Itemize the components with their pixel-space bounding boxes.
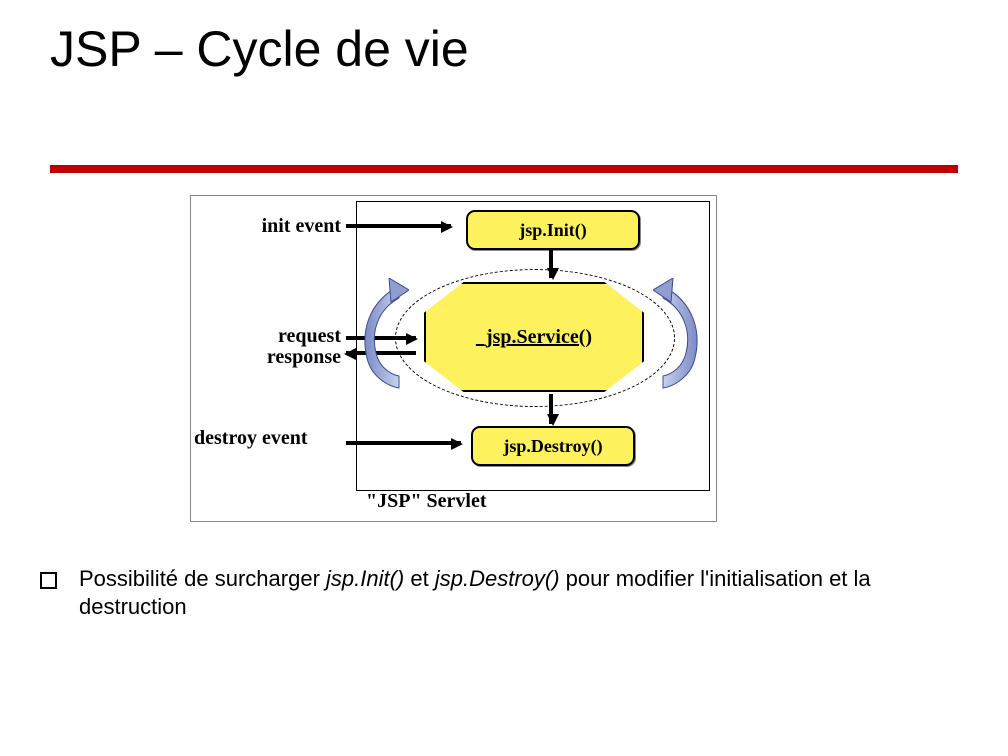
bullet-item: Possibilité de surcharger jsp.Init() et … bbox=[40, 565, 970, 620]
box-jsp-init: jsp.Init() bbox=[466, 210, 640, 250]
loop-arrow-right-icon bbox=[653, 278, 703, 393]
title-underline bbox=[50, 165, 958, 173]
bullet-italic1: jsp.Init() bbox=[326, 566, 404, 591]
loop-arrow-left-icon bbox=[359, 278, 409, 393]
arrow-init bbox=[346, 224, 451, 228]
bullet-part2: et bbox=[404, 566, 435, 591]
box-jsp-destroy: jsp.Destroy() bbox=[471, 426, 635, 466]
slide: JSP – Cycle de vie init event request re… bbox=[0, 0, 1008, 756]
bullet-icon bbox=[40, 572, 57, 589]
arrow-init-to-service bbox=[549, 248, 553, 278]
label-init-event: init event bbox=[201, 216, 341, 237]
box-jsp-service-label: _jsp.Service() bbox=[424, 282, 644, 392]
bullet-italic2: jsp.Destroy() bbox=[435, 566, 560, 591]
bullet-text: Possibilité de surcharger jsp.Init() et … bbox=[79, 565, 970, 620]
label-response: response bbox=[267, 346, 341, 368]
slide-title: JSP – Cycle de vie bbox=[50, 20, 469, 78]
box-jsp-service: _jsp.Service() bbox=[424, 282, 644, 392]
label-jsp-servlet: "JSP" Servlet bbox=[366, 491, 546, 512]
label-destroy-event: destroy event bbox=[194, 428, 344, 449]
label-request-response: request response bbox=[201, 326, 341, 368]
bullet-part1: Possibilité de surcharger bbox=[79, 566, 326, 591]
arrow-service-to-destroy bbox=[549, 394, 553, 424]
lifecycle-diagram: init event request response destroy even… bbox=[190, 195, 717, 522]
arrow-destroy bbox=[346, 441, 461, 445]
label-request: request bbox=[278, 325, 341, 347]
